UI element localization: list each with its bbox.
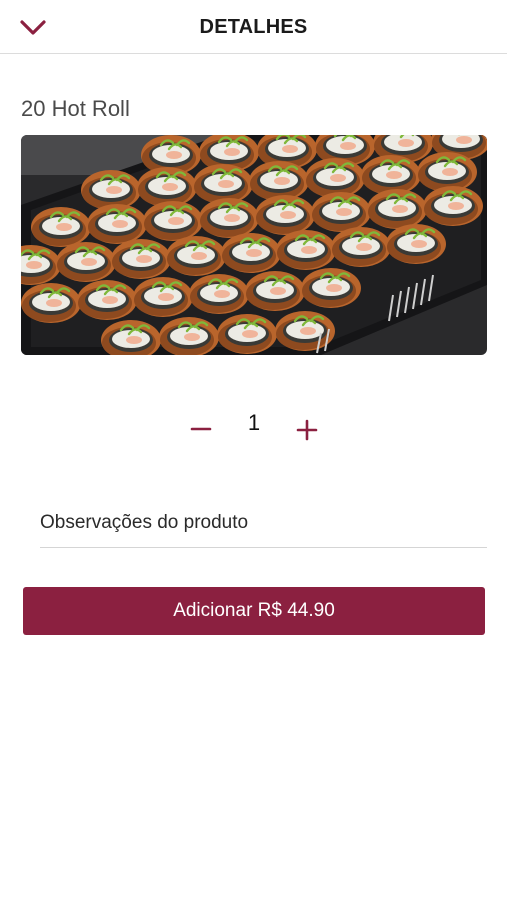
quantity-stepper: 1 bbox=[0, 405, 507, 451]
decrement-button[interactable] bbox=[189, 415, 213, 439]
add-to-cart-button[interactable]: Adicionar R$ 44.90 bbox=[23, 587, 485, 635]
page-title: DETALHES bbox=[199, 16, 308, 38]
minus-icon bbox=[190, 427, 212, 431]
product-name: 20 Hot Roll bbox=[21, 96, 130, 121]
plus-icon bbox=[296, 419, 318, 441]
product-image bbox=[21, 135, 487, 355]
increment-button[interactable] bbox=[294, 415, 320, 441]
product-notes-input[interactable] bbox=[40, 498, 487, 548]
top-bar: DETALHES bbox=[0, 0, 507, 54]
quantity-value: 1 bbox=[247, 410, 261, 435]
